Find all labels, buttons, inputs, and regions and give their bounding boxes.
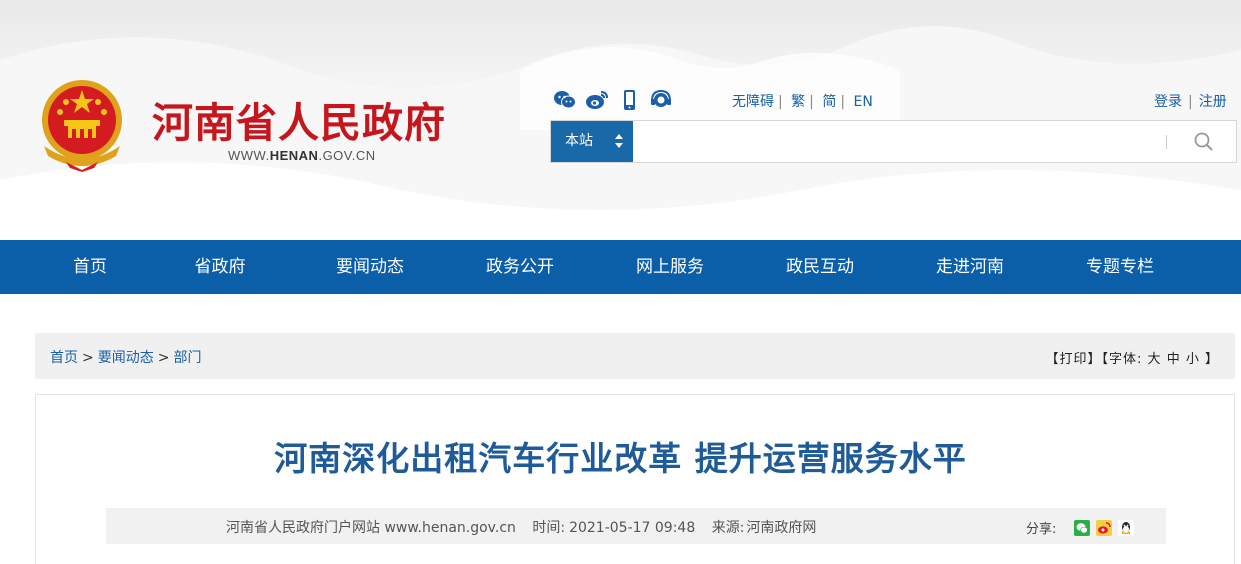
simplified-chinese-link[interactable]: 简 <box>822 94 836 110</box>
traditional-chinese-link[interactable]: 繁 <box>791 94 805 110</box>
nav-item-news[interactable]: 要闻动态 <box>295 240 445 294</box>
page-tools: 【打印】【字体: 大 中 小 】 <box>1046 348 1220 367</box>
register-link[interactable]: 注册 <box>1199 94 1227 110</box>
search-divider <box>1166 135 1167 149</box>
auth-links: 登录 | 注册 <box>1154 94 1227 110</box>
nav-item-online-services[interactable]: 网上服务 <box>595 240 745 294</box>
wechat-share-icon[interactable] <box>1074 519 1091 536</box>
breadcrumb-separator: > <box>157 350 170 366</box>
weibo-icon[interactable] <box>585 89 609 111</box>
article-source-label: 来源: <box>711 520 745 536</box>
login-link[interactable]: 登录 <box>1154 94 1182 110</box>
font-medium-button[interactable]: 中 <box>1167 352 1181 367</box>
breadcrumb-departments[interactable]: 部门 <box>173 350 201 366</box>
accessibility-links: 无障碍 | 繁 | 简 | EN <box>732 94 873 110</box>
sort-arrows-icon <box>615 134 623 148</box>
share-icons <box>1074 519 1135 536</box>
breadcrumb-bar: 首页 > 要闻动态 > 部门 【打印】【字体: 大 中 小 】 <box>35 333 1235 379</box>
nav-item-interaction[interactable]: 政民互动 <box>745 240 895 294</box>
customer-service-icon[interactable] <box>649 89 673 111</box>
share-label: 分享: <box>1026 522 1057 537</box>
article-title: 河南深化出租汽车行业改革 提升运营服务水平 <box>274 439 967 478</box>
search-box: 本站 <box>550 120 1237 163</box>
wechat-icon[interactable] <box>553 89 577 111</box>
search-scope-select[interactable]: 本站 <box>551 121 633 162</box>
print-button[interactable]: 【打印】 <box>1046 352 1102 367</box>
share-bar: 分享: <box>1026 518 1135 537</box>
social-links <box>553 89 673 111</box>
article-source-wrap: 来源: 河南政府网 <box>712 520 817 536</box>
weibo-share-icon[interactable] <box>1096 519 1113 536</box>
qq-share-icon[interactable] <box>1118 519 1135 536</box>
nav-item-home[interactable]: 首页 <box>35 240 145 294</box>
font-large-button[interactable]: 大 <box>1148 352 1162 367</box>
search-input[interactable] <box>633 121 1163 162</box>
article-time-wrap: 时间: 2021-05-17 09:48 <box>532 520 695 536</box>
site-url: WWW.HENAN.GOV.CN <box>228 148 376 163</box>
breadcrumb: 首页 > 要闻动态 > 部门 <box>50 347 201 367</box>
breadcrumb-news[interactable]: 要闻动态 <box>98 350 154 366</box>
main-nav: 首页 省政府 要闻动态 政务公开 网上服务 政民互动 走进河南 专题专栏 <box>0 240 1241 294</box>
national-emblem-icon <box>42 80 122 172</box>
nav-item-provincial-government[interactable]: 省政府 <box>145 240 295 294</box>
site-header: 河南省人民政府 WWW.HENAN.GOV.CN 无障碍 | 繁 | 简 | EN 登… <box>0 0 1241 240</box>
font-small-button[interactable]: 小 <box>1186 352 1200 367</box>
nav-item-special-topics[interactable]: 专题专栏 <box>1045 240 1195 294</box>
font-size-close: 】 <box>1199 352 1219 367</box>
font-size-label: 【字体: <box>1101 352 1148 367</box>
accessible-link[interactable]: 无障碍 <box>732 94 774 110</box>
article-meta-bar: 河南省人民政府门户网站 www.henan.gov.cn 时间: 2021-05-… <box>106 508 1166 544</box>
article-site: 河南省人民政府门户网站 www.henan.gov.cn <box>226 520 516 536</box>
search-icon[interactable] <box>1191 130 1217 154</box>
article-source: 河南政府网 <box>746 520 817 536</box>
nav-item-about-henan[interactable]: 走进河南 <box>895 240 1045 294</box>
mobile-icon[interactable] <box>617 89 641 111</box>
nav-item-government-affairs[interactable]: 政务公开 <box>445 240 595 294</box>
article-time: 2021-05-17 09:48 <box>569 520 696 536</box>
search-scope-label: 本站 <box>565 133 593 149</box>
site-title[interactable]: 河南省人民政府 <box>152 89 446 149</box>
article-meta: 河南省人民政府门户网站 www.henan.gov.cn 时间: 2021-05-… <box>226 517 828 537</box>
site-url-suffix: .GOV.CN <box>318 148 376 163</box>
article-time-label: 时间: <box>532 520 566 536</box>
breadcrumb-home[interactable]: 首页 <box>50 350 78 366</box>
breadcrumb-separator: > <box>82 350 94 366</box>
site-url-brand: HENAN <box>269 148 319 163</box>
english-link[interactable]: EN <box>854 94 873 110</box>
site-url-prefix: WWW. <box>228 148 270 163</box>
